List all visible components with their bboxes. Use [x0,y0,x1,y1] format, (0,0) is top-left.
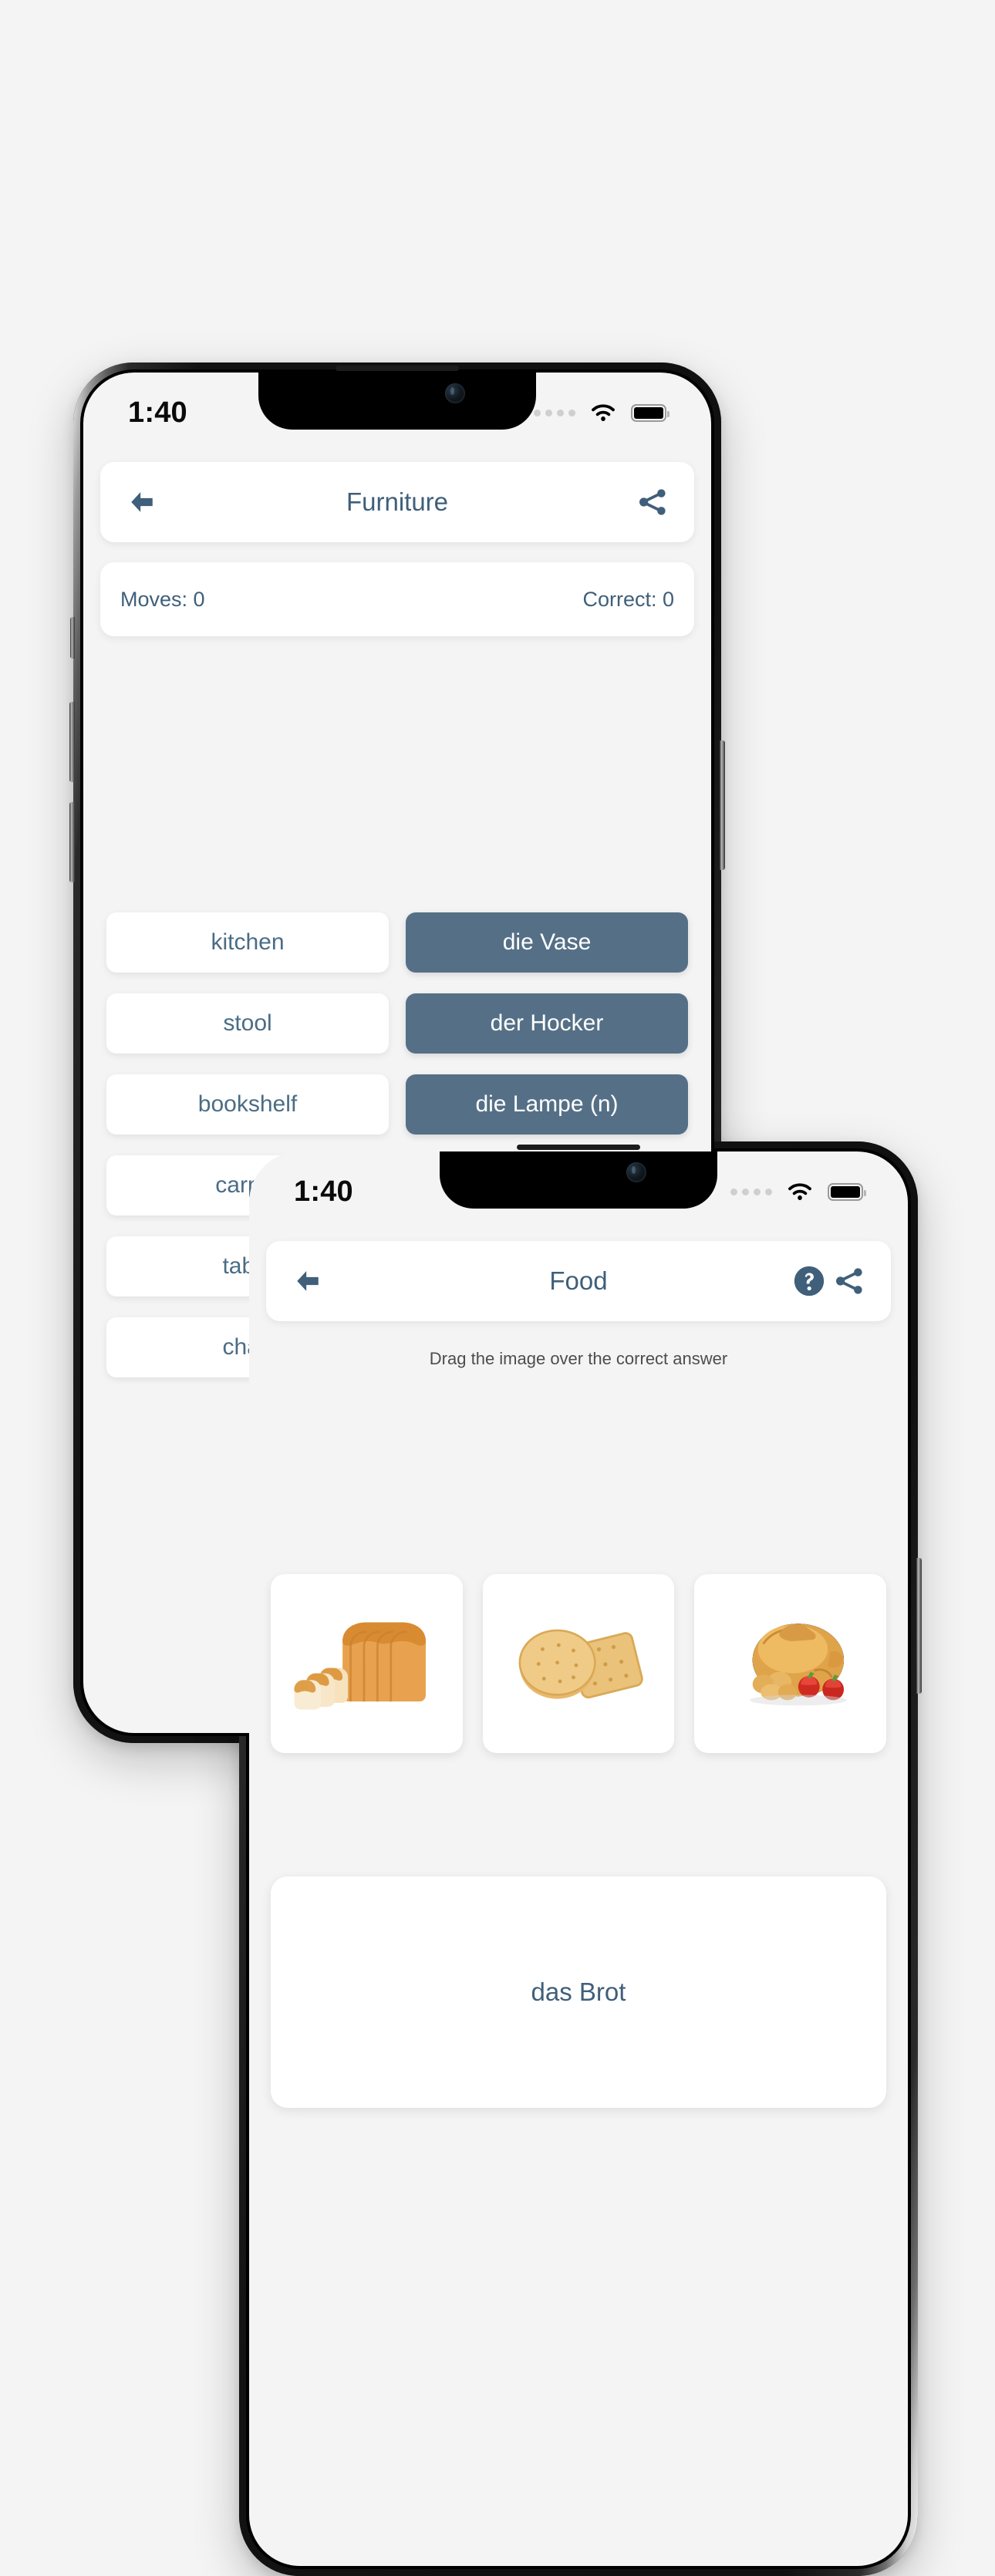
wifi-icon [788,1183,811,1200]
back-button[interactable] [122,482,162,522]
volume-down-button[interactable] [69,802,75,882]
phone-device-food: 1:40 Food Drag the image over the correc… [235,1141,922,2576]
earpiece-speaker [517,1145,640,1150]
power-button[interactable] [720,740,725,870]
dynamic-island [258,373,536,430]
word-card-english[interactable]: stool [106,993,389,1054]
front-camera-icon [445,383,465,403]
power-button[interactable] [916,1558,922,1694]
status-time: 1:40 [294,1175,353,1208]
screen-food: 1:40 Food Drag the image over the correc… [249,1151,908,2566]
answer-card[interactable]: das Brot [271,1876,886,2108]
correct-counter: Correct: 0 [582,587,674,611]
app-header-bar: Furniture [100,462,694,542]
mute-switch[interactable] [70,617,75,659]
front-camera-icon [626,1162,646,1182]
answer-label: das Brot [531,1978,626,2006]
image-card-sliced-bread[interactable] [271,1574,463,1753]
word-card-german[interactable]: die Vase [406,912,688,973]
back-button[interactable] [288,1261,328,1301]
image-choices-row [249,1574,908,1753]
share-button[interactable] [632,482,673,522]
app-header-bar: Food [266,1241,891,1321]
question-circle-icon [794,1266,825,1296]
status-time: 1:40 [128,396,187,429]
sliced-bread-image [294,1622,426,1710]
stats-bar: Moves: 0 Correct: 0 [100,562,694,636]
instruction-text: Drag the image over the correct answer [429,1349,728,1368]
image-card-biscuits[interactable] [482,1574,675,1753]
roast-chicken-image [750,1623,847,1705]
wifi-icon [592,404,615,421]
battery-icon [828,1182,866,1201]
page-title: Furniture [346,487,449,516]
volume-up-button[interactable] [69,702,75,782]
word-card-german[interactable]: die Lampe (n) [406,1074,688,1135]
signal-dots-icon [534,409,575,416]
share-button[interactable] [829,1261,869,1301]
earpiece-speaker [336,366,459,371]
biscuits-image [518,1629,643,1699]
arrow-left-icon [297,1271,319,1291]
word-card-english[interactable]: kitchen [106,912,389,973]
battery-icon [631,403,670,422]
help-button[interactable] [789,1261,829,1301]
share-icon [836,1268,862,1294]
moves-counter: Moves: 0 [120,587,205,611]
signal-dots-icon [730,1188,772,1195]
image-card-roast-chicken[interactable] [694,1574,887,1753]
share-icon [639,489,666,515]
dynamic-island [440,1151,717,1209]
word-card-english[interactable]: bookshelf [106,1074,389,1135]
word-card-german[interactable]: der Hocker [406,993,688,1054]
arrow-left-icon [131,492,153,512]
